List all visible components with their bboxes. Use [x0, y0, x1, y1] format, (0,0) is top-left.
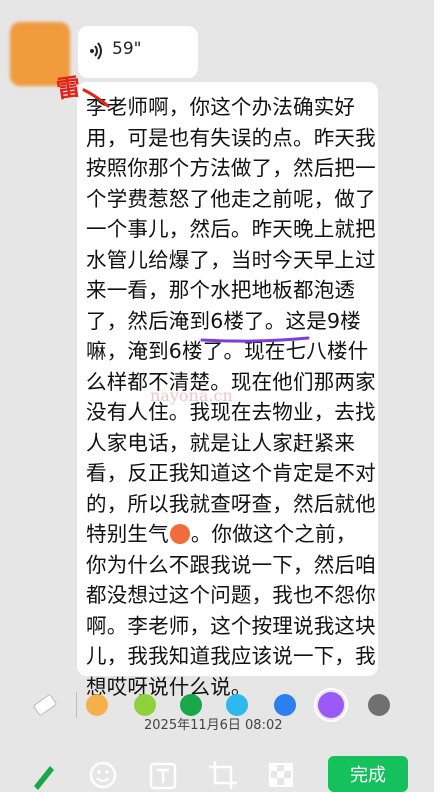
- color-swatch-blue[interactable]: [274, 694, 296, 716]
- red-pen-stroke: [82, 88, 110, 108]
- voice-message-bubble[interactable]: 59": [78, 26, 198, 78]
- crop-icon[interactable]: [206, 758, 240, 792]
- annotation-marker: 雷: [54, 72, 83, 104]
- done-button[interactable]: 完成: [328, 756, 408, 792]
- message-text-main: 李老师啊，你这个办法确实好用，可是也有失误的点。昨天我按照你那个方法做了，然后把…: [86, 95, 376, 546]
- voice-wave-icon: [90, 42, 102, 60]
- text-icon[interactable]: [148, 758, 178, 792]
- emoji-icon[interactable]: [88, 758, 118, 792]
- purple-underline-stroke: [200, 336, 310, 343]
- color-swatch-gray[interactable]: [368, 694, 390, 716]
- timestamp: 2025年11月6日 08:02: [144, 718, 283, 733]
- eraser-icon[interactable]: [30, 690, 60, 720]
- watermark: nayona.cn: [150, 386, 233, 405]
- color-swatch-purple[interactable]: [318, 692, 344, 718]
- color-swatch-orange[interactable]: [86, 694, 108, 716]
- color-swatch-lime[interactable]: [134, 694, 156, 716]
- angry-emoji-icon: [169, 524, 190, 544]
- toolbar-divider: [76, 692, 77, 718]
- message-text-continued: 。你做这个之前，你为什么不跟我说一下，然后咱都没想过这个问题，我也不怨你啊。李老…: [86, 522, 376, 699]
- color-swatch-sky[interactable]: [226, 694, 248, 716]
- color-swatch-green[interactable]: [180, 694, 202, 716]
- mosaic-icon[interactable]: [266, 758, 296, 792]
- voice-duration: 59": [112, 39, 142, 59]
- pen-icon[interactable]: [28, 758, 58, 792]
